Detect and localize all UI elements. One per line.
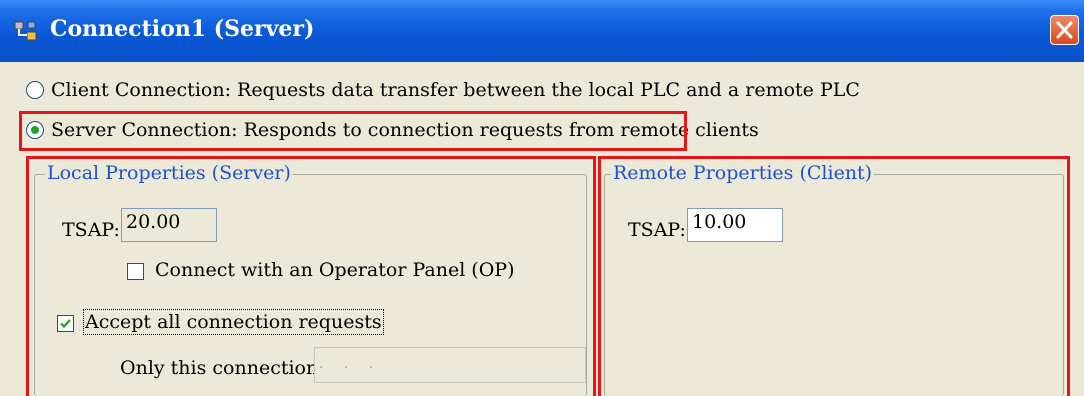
close-icon xyxy=(1056,21,1073,39)
op-checkbox[interactable] xyxy=(127,263,144,280)
only-connection-field: . . . xyxy=(314,347,586,383)
accept-all-checkbox[interactable] xyxy=(57,315,74,332)
local-properties-legend: Local Properties (Server) xyxy=(45,162,293,184)
connection-icon xyxy=(14,20,38,42)
only-connection-label: Only this connection: xyxy=(120,357,325,379)
remote-properties-legend: Remote Properties (Client) xyxy=(611,162,875,184)
accept-all-label[interactable]: Accept all connection requests xyxy=(83,309,384,335)
server-option-highlight xyxy=(19,111,687,151)
title-bar: Connection1 (Server) xyxy=(0,0,1084,62)
remote-tsap-field[interactable]: 10.00 xyxy=(687,208,783,242)
close-button[interactable] xyxy=(1050,15,1079,45)
window-title: Connection1 (Server) xyxy=(50,16,315,42)
local-tsap-label: TSAP: xyxy=(62,219,120,241)
client-connection-label: Client Connection: Requests data transfe… xyxy=(51,79,860,101)
client-connection-option[interactable]: Client Connection: Requests data transfe… xyxy=(26,76,860,104)
client-connection-radio[interactable] xyxy=(26,81,44,99)
op-label[interactable]: Connect with an Operator Panel (OP) xyxy=(155,259,515,281)
remote-tsap-label: TSAP: xyxy=(628,219,686,241)
check-icon xyxy=(60,319,71,329)
remote-properties-group: Remote Properties (Client) xyxy=(604,162,1064,396)
local-tsap-field: 20.00 xyxy=(121,208,217,242)
dialog-body: Client Connection: Requests data transfe… xyxy=(0,62,1084,396)
